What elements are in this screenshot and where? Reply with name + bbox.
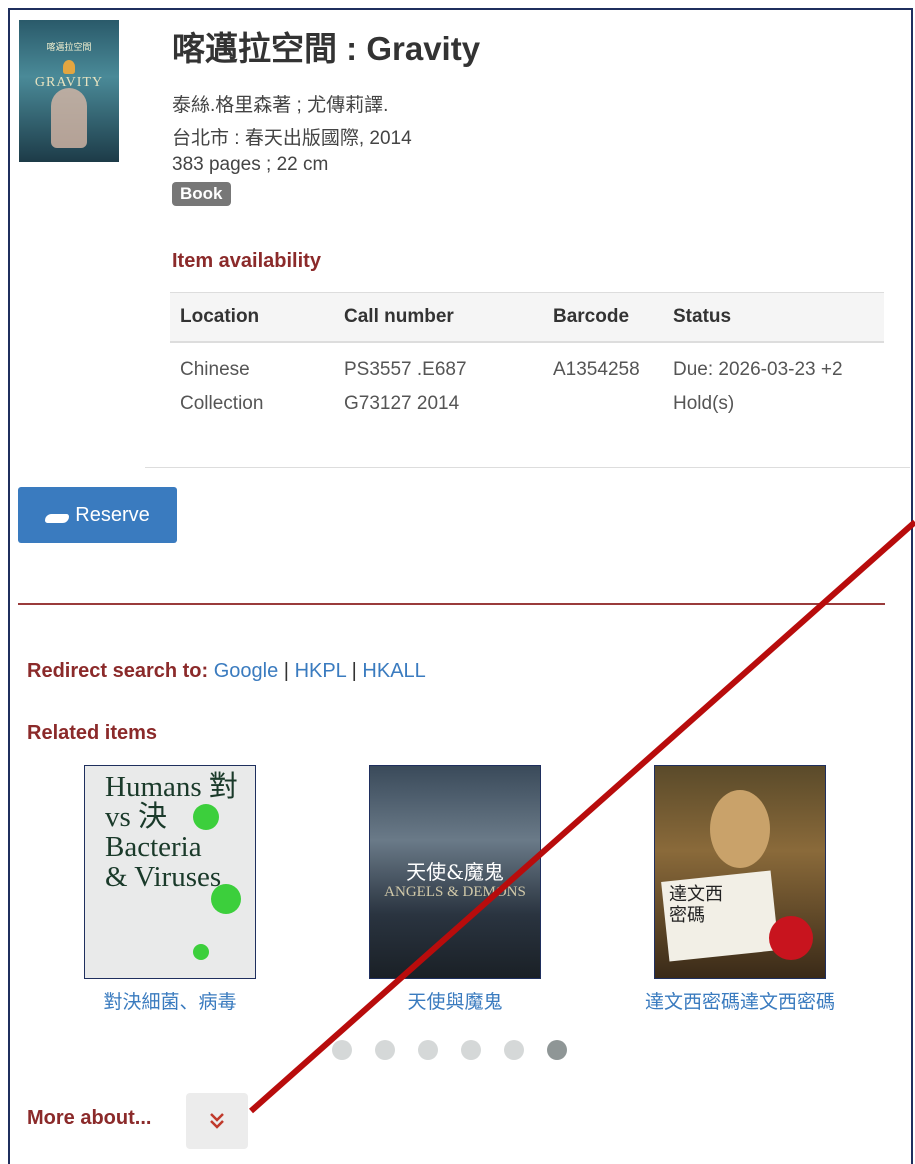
redirect-link-hkall[interactable]: HKALL: [362, 660, 425, 682]
col-location: Location: [170, 292, 334, 343]
related-cover-image[interactable]: 達文西 密碼: [654, 765, 826, 979]
cover-text: Humans 對 vs 決 Bacteria & Viruses: [105, 772, 238, 892]
col-status: Status: [663, 292, 884, 343]
availability-heading: Item availability: [172, 250, 321, 272]
carousel-dot[interactable]: [504, 1040, 524, 1060]
accent-divider: [18, 603, 885, 605]
reserve-button[interactable]: Reserve: [18, 487, 177, 543]
author-line: 泰絲.格里森著 ; 尤傳莉譯.: [172, 95, 389, 116]
green-dot: [211, 884, 241, 914]
portrait-illustration: [710, 790, 770, 868]
cover-title-cn: 喀邁拉空間: [46, 43, 92, 53]
col-call-number: Call number: [334, 292, 543, 343]
record-title: 喀邁拉空間 : Gravity: [172, 30, 481, 67]
carousel-dot[interactable]: [418, 1040, 438, 1060]
cover-text: 達文西 密碼: [669, 884, 723, 926]
related-items-heading: Related items: [27, 722, 158, 744]
cover-subtitle: ANGELS & DEMONS: [384, 884, 526, 900]
hand-icon: [45, 513, 70, 523]
link-separator: |: [351, 660, 357, 682]
cover-title: 天使&魔鬼: [406, 860, 504, 884]
red-seal: [769, 916, 813, 960]
reserve-label: Reserve: [75, 503, 150, 526]
cell-location: Chinese Collection: [170, 342, 334, 431]
related-cover-image[interactable]: Humans 對 vs 決 Bacteria & Viruses: [84, 765, 256, 979]
related-item[interactable]: Humans 對 vs 決 Bacteria & Viruses 對決細菌、病毒: [50, 765, 290, 1014]
col-barcode: Barcode: [543, 292, 663, 343]
cover-text-line: Bacteria: [105, 831, 202, 863]
format-badge: Book: [172, 182, 231, 206]
section-divider: [145, 467, 910, 468]
carousel-pagination: [332, 1040, 567, 1060]
location-line-1: Chinese: [180, 359, 250, 380]
expand-more-button[interactable]: [186, 1093, 248, 1149]
availability-header-row: Location Call number Barcode Status: [170, 292, 884, 343]
call-line-1: PS3557 .E687: [344, 359, 467, 380]
redirect-label: Redirect search to:: [27, 660, 209, 682]
related-item-caption[interactable]: 達文西密碼達文西密碼: [620, 987, 860, 1014]
table-row: Chinese Collection PS3557 .E687 G73127 2…: [170, 342, 884, 431]
cover-text-line: 達文西: [669, 884, 723, 905]
cover-text-line: 密碼: [669, 905, 705, 926]
call-line-2: G73127 2014: [344, 393, 460, 414]
related-item[interactable]: 天使&魔鬼 ANGELS & DEMONS 天使與魔鬼: [335, 765, 575, 1014]
green-dot: [193, 944, 209, 960]
redirect-search: Redirect search to: Google | HKPL | HKAL…: [27, 660, 426, 683]
physical-description: 383 pages ; 22 cm: [172, 154, 329, 175]
redirect-link-google[interactable]: Google: [214, 660, 279, 682]
cell-barcode: A1354258: [553, 359, 640, 380]
hands-illustration: [51, 88, 87, 148]
cover-text-line: Humans 對: [105, 771, 238, 803]
status-line-2: Hold(s): [673, 393, 735, 414]
related-item[interactable]: 達文西 密碼 達文西密碼達文西密碼: [620, 765, 860, 1014]
carousel-dot[interactable]: [332, 1040, 352, 1060]
related-item-caption[interactable]: 天使與魔鬼: [335, 987, 575, 1014]
status-line-1: Due: 2026-03-23 +2: [673, 359, 843, 380]
carousel-dot[interactable]: [461, 1040, 481, 1060]
link-separator: |: [283, 660, 289, 682]
carousel-dot-active[interactable]: [547, 1040, 567, 1060]
publisher-line: 台北市 : 春天出版國際, 2014: [172, 128, 412, 149]
cell-call-number: PS3557 .E687 G73127 2014: [334, 342, 543, 431]
location-line-2: Collection: [180, 393, 264, 414]
double-chevron-down-icon: [210, 1113, 224, 1129]
related-item-caption[interactable]: 對決細菌、病毒: [50, 987, 290, 1014]
butterfly-icon: [63, 60, 75, 74]
carousel-dot[interactable]: [375, 1040, 395, 1060]
book-cover-image[interactable]: 喀邁拉空間 GRAVITY: [19, 20, 119, 162]
availability-table: Location Call number Barcode Status Chin…: [170, 292, 884, 431]
redirect-link-hkpl[interactable]: HKPL: [295, 660, 347, 682]
cell-status: Due: 2026-03-23 +2 Hold(s): [663, 342, 884, 431]
green-dot: [193, 804, 219, 830]
more-about-label: More about...: [27, 1107, 152, 1129]
related-cover-image[interactable]: 天使&魔鬼 ANGELS & DEMONS: [369, 765, 541, 979]
